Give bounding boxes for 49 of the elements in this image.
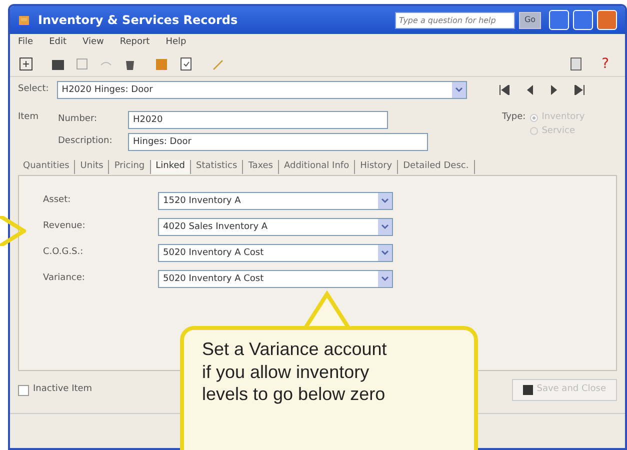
tab[interactable]: Units bbox=[75, 160, 110, 174]
first-record-icon[interactable] bbox=[498, 85, 510, 95]
maximize-button[interactable] bbox=[573, 10, 593, 30]
menu-item[interactable]: Help bbox=[166, 36, 186, 50]
account-combo[interactable]: 1520 Inventory A bbox=[158, 192, 393, 210]
type-radio[interactable] bbox=[530, 127, 538, 136]
select-combo[interactable]: H2020 Hinges: Door bbox=[56, 81, 467, 99]
number-label: Number: bbox=[58, 113, 98, 126]
new-record-icon[interactable] bbox=[18, 56, 34, 72]
menu-item[interactable]: Edit bbox=[49, 36, 66, 50]
account-combo[interactable]: 4020 Sales Inventory A bbox=[158, 218, 393, 236]
description-label: Description: bbox=[58, 135, 114, 148]
help-search-field[interactable]: Type a question for help bbox=[395, 12, 515, 28]
select-label: Select: bbox=[18, 83, 49, 96]
clipboard-icon[interactable] bbox=[178, 56, 194, 72]
previous-record-icon[interactable] bbox=[526, 85, 534, 95]
type-label: Type: bbox=[502, 111, 526, 124]
description-field[interactable]: Hinges: Door bbox=[128, 133, 428, 151]
tab[interactable]: Detailed Desc. bbox=[398, 160, 475, 174]
notebook-icon[interactable] bbox=[568, 56, 584, 72]
close-button[interactable] bbox=[597, 10, 617, 30]
number-field[interactable]: H2020 bbox=[128, 111, 388, 129]
tab[interactable]: Statistics bbox=[191, 160, 244, 174]
account-label: Revenue: bbox=[43, 220, 86, 234]
inactive-item-label: Inactive Item bbox=[33, 383, 92, 396]
tab[interactable]: Linked bbox=[150, 160, 192, 174]
last-record-icon[interactable] bbox=[574, 85, 585, 95]
menu-item[interactable]: Report bbox=[120, 36, 150, 50]
app-icon bbox=[18, 14, 30, 26]
callout-text: Set a Variance account if you allow inventory levels to go below zero bbox=[180, 326, 478, 450]
help-icon[interactable]: ? bbox=[602, 56, 609, 70]
tab[interactable]: Additional Info bbox=[279, 160, 356, 174]
tab[interactable]: Taxes bbox=[243, 160, 279, 174]
account-combo[interactable]: 5020 Inventory A Cost bbox=[158, 270, 393, 288]
account-label: C.O.G.S.: bbox=[43, 246, 84, 260]
save-icon bbox=[522, 385, 533, 395]
window-title: Inventory & Services Records bbox=[38, 12, 238, 29]
menu-item[interactable]: File bbox=[18, 36, 34, 50]
account-combo[interactable]: 5020 Inventory A Cost bbox=[158, 244, 393, 262]
next-record-icon[interactable] bbox=[550, 85, 558, 95]
tab[interactable]: History bbox=[355, 160, 398, 174]
menu-item[interactable]: View bbox=[82, 36, 104, 50]
minimize-button[interactable] bbox=[549, 10, 569, 30]
account-label: Variance: bbox=[43, 272, 86, 286]
type-radio[interactable] bbox=[530, 114, 538, 122]
go-button[interactable]: Go bbox=[519, 12, 541, 28]
account-label: Asset: bbox=[43, 194, 72, 208]
tab[interactable]: Quantities bbox=[18, 160, 76, 174]
item-label: Item bbox=[18, 112, 38, 122]
